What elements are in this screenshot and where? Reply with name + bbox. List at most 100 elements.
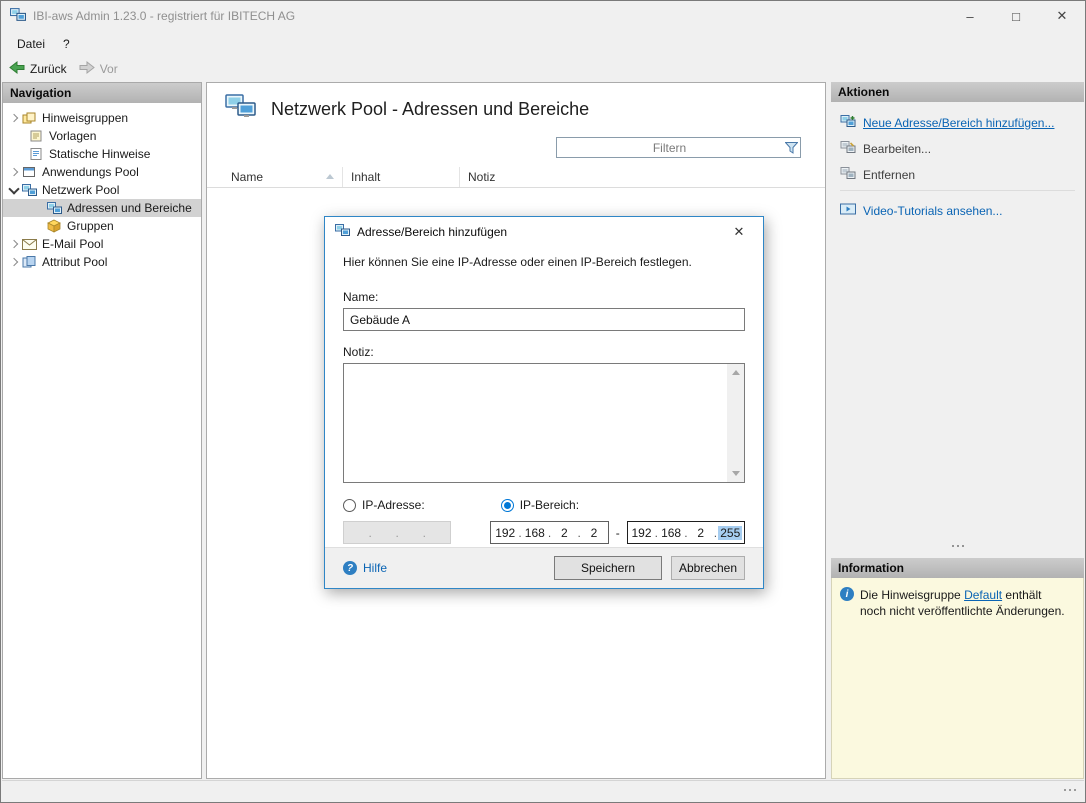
column-label: Name xyxy=(231,170,263,184)
nav-item-attribut-pool[interactable]: Attribut Pool xyxy=(3,253,201,271)
column-header-notiz[interactable]: Notiz xyxy=(459,167,825,187)
nav-item-email-pool[interactable]: E-Mail Pool xyxy=(3,235,201,253)
forward-arrow-icon xyxy=(79,60,95,78)
action-edit[interactable]: Bearbeiten... xyxy=(840,138,1075,159)
ip-address-radio[interactable] xyxy=(343,499,356,512)
menu-datei[interactable]: Datei xyxy=(8,34,54,54)
octet[interactable]: 168 xyxy=(523,526,547,540)
column-label: Inhalt xyxy=(351,170,380,184)
scroll-down-icon[interactable] xyxy=(732,471,740,476)
ip-range-radio[interactable] xyxy=(501,499,514,512)
chevron-right-icon[interactable] xyxy=(7,237,22,251)
chevron-right-icon[interactable] xyxy=(7,111,22,125)
video-tutorials-icon xyxy=(840,203,856,218)
note-scrollbar[interactable] xyxy=(727,364,744,482)
dialog-body: Hier können Sie eine IP-Adresse oder ein… xyxy=(325,247,763,544)
menubar: Datei ? xyxy=(1,31,1085,56)
action-add-address[interactable]: Neue Adresse/Bereich hinzufügen... xyxy=(840,112,1075,133)
octet[interactable]: 255 xyxy=(718,526,742,540)
nav-item-label: Gruppen xyxy=(65,219,114,233)
default-group-link[interactable]: Default xyxy=(964,588,1002,602)
nav-item-gruppen[interactable]: Gruppen xyxy=(3,217,201,235)
nav-item-label: Anwendungs Pool xyxy=(40,165,139,179)
sort-ascending-icon xyxy=(326,174,334,179)
close-button[interactable]: ✕ xyxy=(1039,1,1085,31)
help-icon: ? xyxy=(343,561,357,575)
octet[interactable]: 2 xyxy=(553,526,577,540)
chevron-right-icon[interactable] xyxy=(7,255,22,269)
ip-range-radio-label: IP-Bereich: xyxy=(520,498,579,512)
chevron-right-icon[interactable] xyxy=(7,165,22,179)
dialog-titlebar: Adresse/Bereich hinzufügen ✕ xyxy=(325,217,763,247)
action-label: Video-Tutorials ansehen... xyxy=(863,204,1002,218)
nav-item-label: E-Mail Pool xyxy=(40,237,103,251)
octet[interactable]: 2 xyxy=(582,526,606,540)
titlebar: IBI-aws Admin 1.23.0 - registriert für I… xyxy=(1,1,1085,31)
action-video-tutorials[interactable]: Video-Tutorials ansehen... xyxy=(840,200,1075,221)
back-label: Zurück xyxy=(30,62,67,76)
back-button[interactable]: Zurück xyxy=(9,60,67,78)
help-link[interactable]: ? Hilfe xyxy=(343,561,387,575)
octet[interactable]: 192 xyxy=(630,526,654,540)
octet[interactable]: 2 xyxy=(689,526,713,540)
groups-icon xyxy=(47,219,65,233)
chevron-down-icon[interactable] xyxy=(7,183,22,197)
dialog-description: Hier können Sie eine IP-Adresse oder ein… xyxy=(343,255,745,269)
statusbar xyxy=(2,780,1084,801)
panel-splitter-handle[interactable] xyxy=(831,545,1084,547)
filter-row xyxy=(207,135,825,167)
address-range-icon xyxy=(47,202,65,215)
ip-inputs-row: ... 192.168.2.2 - 192.168.2.255 xyxy=(343,521,745,544)
note-input[interactable] xyxy=(343,363,745,483)
maximize-button[interactable]: □ xyxy=(993,1,1039,31)
action-label: Entfernen xyxy=(863,168,915,182)
dialog-close-button[interactable]: ✕ xyxy=(725,217,753,247)
dialog-footer: ? Hilfe Speichern Abbrechen xyxy=(325,547,763,588)
nav-item-netzwerk-pool[interactable]: Netzwerk Pool xyxy=(3,181,201,199)
ip-range-option[interactable]: IP-Bereich: xyxy=(501,498,579,512)
nav-item-label: Hinweisgruppen xyxy=(40,111,128,125)
nav-item-adressen-und-bereiche[interactable]: Adressen und Bereiche xyxy=(3,199,201,217)
info-icon: i xyxy=(840,587,854,601)
filter-box xyxy=(556,137,801,158)
nav-item-label: Adressen und Bereiche xyxy=(65,201,192,215)
attribute-pool-icon xyxy=(22,255,40,269)
nav-item-hinweisgruppen[interactable]: Hinweisgruppen xyxy=(3,109,201,127)
nav-item-anwendungs-pool[interactable]: Anwendungs Pool xyxy=(3,163,201,181)
nav-item-label: Statische Hinweise xyxy=(47,147,150,161)
app-icon xyxy=(10,8,26,25)
menu-help[interactable]: ? xyxy=(54,34,79,54)
ip-range-to-input[interactable]: 192.168.2.255 xyxy=(627,521,745,544)
ip-range-from-input[interactable]: 192.168.2.2 xyxy=(490,521,608,544)
octet[interactable]: 192 xyxy=(493,526,517,540)
nav-item-vorlagen[interactable]: Vorlagen xyxy=(3,127,201,145)
minimize-button[interactable]: – xyxy=(947,1,993,31)
window-title: IBI-aws Admin 1.23.0 - registriert für I… xyxy=(33,9,295,23)
dialog-title: Adresse/Bereich hinzufügen xyxy=(357,225,507,239)
octet[interactable]: 168 xyxy=(659,526,683,540)
forward-button[interactable]: Vor xyxy=(79,60,118,78)
template-icon xyxy=(29,129,47,143)
ip-address-radio-label: IP-Adresse: xyxy=(362,498,425,512)
app-window: IBI-aws Admin 1.23.0 - registriert für I… xyxy=(0,0,1086,803)
name-input[interactable] xyxy=(343,308,745,331)
scroll-up-icon[interactable] xyxy=(732,370,740,375)
network-pool-large-icon xyxy=(225,94,257,124)
filter-input[interactable] xyxy=(557,138,782,157)
action-remove[interactable]: Entfernen xyxy=(840,164,1075,185)
information-text-before: Die Hinweisgruppe xyxy=(860,588,964,602)
save-button[interactable]: Speichern xyxy=(554,556,662,580)
column-header-name[interactable]: Name xyxy=(207,167,342,187)
cancel-button[interactable]: Abbrechen xyxy=(671,556,745,580)
column-header-inhalt[interactable]: Inhalt xyxy=(342,167,459,187)
nav-item-statische-hinweise[interactable]: Statische Hinweise xyxy=(3,145,201,163)
name-label: Name: xyxy=(343,290,745,304)
resize-grip-icon[interactable] xyxy=(1064,789,1076,791)
help-label: Hilfe xyxy=(363,561,387,575)
filter-funnel-icon[interactable] xyxy=(782,142,800,154)
ip-address-option[interactable]: IP-Adresse: xyxy=(343,498,425,512)
action-label: Bearbeiten... xyxy=(863,142,931,156)
nav-item-label: Attribut Pool xyxy=(40,255,107,269)
actions-divider xyxy=(840,190,1075,191)
network-pool-icon xyxy=(22,184,40,197)
